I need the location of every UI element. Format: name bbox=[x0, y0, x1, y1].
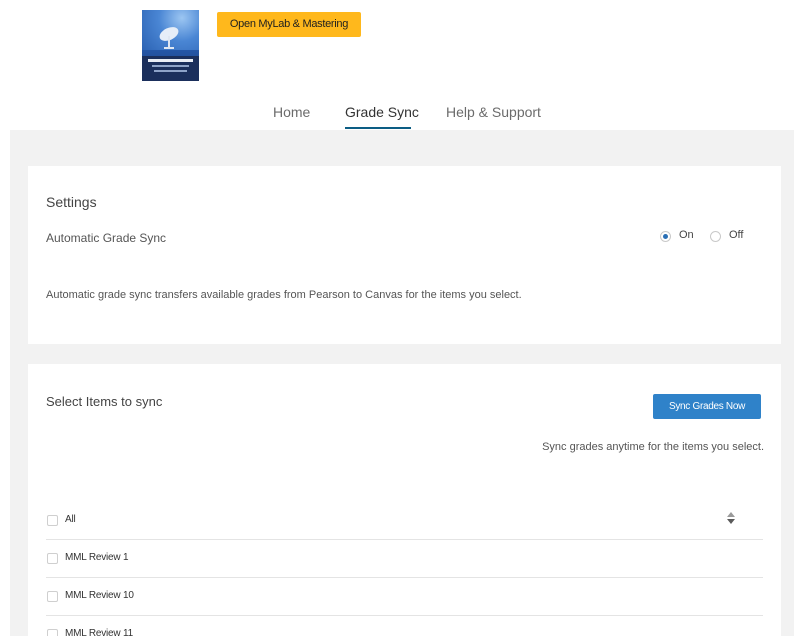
settings-card: Settings Automatic Grade Sync On Off Aut… bbox=[28, 166, 781, 344]
tab-home[interactable]: Home bbox=[273, 104, 310, 120]
grade-sync-description: Automatic grade sync transfers available… bbox=[46, 289, 522, 301]
book-cover-title-mark bbox=[148, 59, 193, 62]
satellite-dish-icon bbox=[159, 27, 179, 49]
checkbox-all[interactable] bbox=[47, 515, 58, 526]
list-item-label: MML Review 10 bbox=[65, 590, 134, 601]
nav-tabs: Home Grade Sync Help & Support bbox=[0, 100, 794, 130]
sort-icon[interactable] bbox=[726, 511, 736, 525]
list-item[interactable]: MML Review 11 bbox=[46, 616, 763, 636]
items-list: All MML Review 1 MML Review 10 MML Revie… bbox=[46, 502, 763, 636]
radio-on-label[interactable]: On bbox=[679, 229, 694, 241]
select-items-card: Select Items to sync Sync Grades Now Syn… bbox=[28, 364, 781, 636]
automatic-grade-sync-label: Automatic Grade Sync bbox=[46, 231, 167, 245]
sync-grades-now-button[interactable]: Sync Grades Now bbox=[653, 394, 761, 419]
list-item-label: MML Review 1 bbox=[65, 552, 129, 563]
select-items-title: Select Items to sync bbox=[46, 394, 163, 409]
list-item[interactable]: MML Review 10 bbox=[46, 578, 763, 616]
settings-title: Settings bbox=[46, 194, 97, 210]
checkbox-item[interactable] bbox=[47, 591, 58, 602]
active-tab-underline bbox=[345, 127, 411, 129]
book-cover-subtitle-mark bbox=[152, 65, 189, 67]
tab-help-support[interactable]: Help & Support bbox=[446, 104, 541, 120]
list-item[interactable]: MML Review 1 bbox=[46, 540, 763, 578]
list-item-label: All bbox=[65, 514, 76, 525]
checkbox-item[interactable] bbox=[47, 553, 58, 564]
header: Open MyLab & Mastering Home Grade Sync H… bbox=[0, 0, 794, 130]
radio-off-label[interactable]: Off bbox=[729, 229, 743, 241]
sync-grades-description: Sync grades anytime for the items you se… bbox=[542, 441, 764, 453]
radio-off[interactable] bbox=[710, 231, 721, 242]
book-cover-image bbox=[142, 10, 199, 81]
tab-grade-sync[interactable]: Grade Sync bbox=[345, 104, 419, 120]
list-item-all[interactable]: All bbox=[46, 502, 763, 540]
radio-on[interactable] bbox=[660, 231, 671, 242]
list-item-label: MML Review 11 bbox=[65, 628, 133, 636]
open-mylab-button[interactable]: Open MyLab & Mastering bbox=[217, 12, 361, 37]
grade-sync-radio-group: On Off bbox=[660, 229, 780, 245]
checkbox-item[interactable] bbox=[47, 629, 58, 636]
book-cover-author-mark bbox=[154, 70, 187, 72]
